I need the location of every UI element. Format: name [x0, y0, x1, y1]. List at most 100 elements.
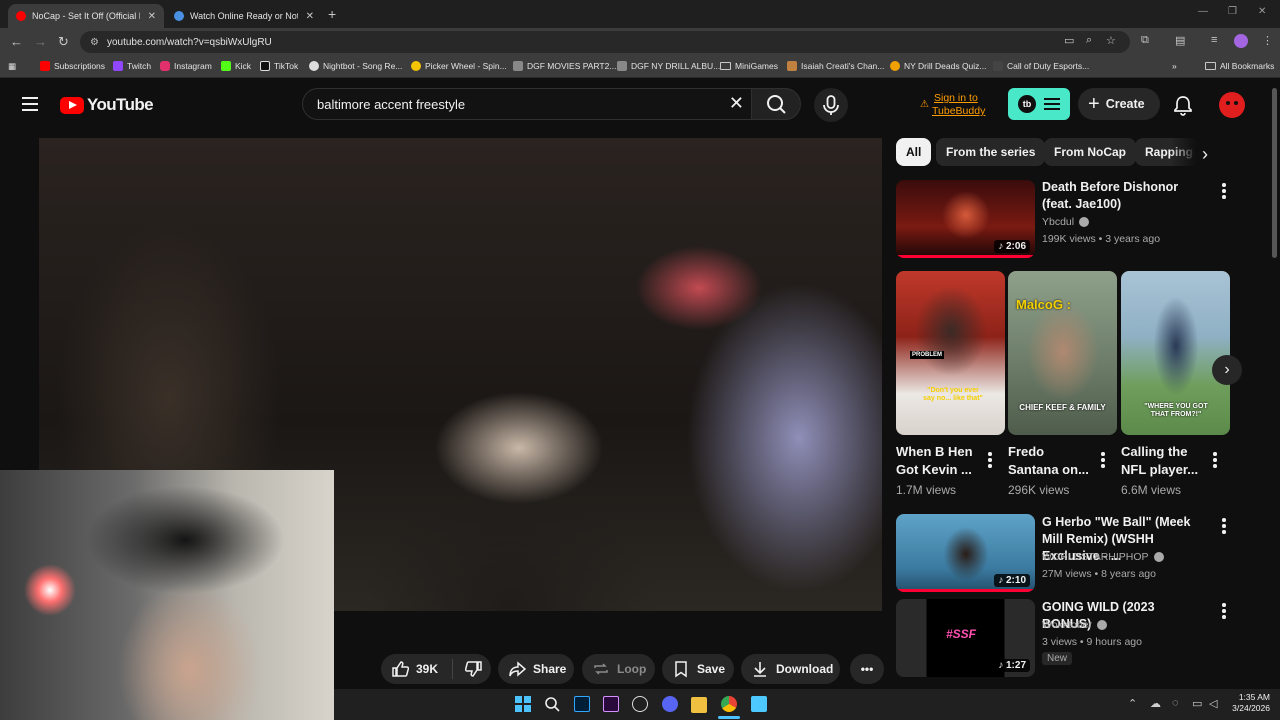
bookmark-tiktok[interactable]: TikTok	[260, 61, 298, 71]
create-button[interactable]: + Create	[1078, 88, 1160, 120]
forward-icon[interactable]: →	[34, 34, 47, 49]
channel-name[interactable]: WORLDSTARHIPHOP	[1042, 551, 1164, 563]
more-options-icon[interactable]	[1222, 183, 1226, 201]
loop-button[interactable]: Loop	[582, 654, 655, 684]
channel-name[interactable]: Wokktober	[1042, 619, 1107, 631]
channel-name[interactable]: Ybcdul	[1042, 216, 1090, 228]
bookmark-ny-drill-quiz[interactable]: NY Drill Deads Quiz...	[890, 61, 987, 71]
close-tab-icon[interactable]: ✕	[148, 11, 156, 22]
restore-icon[interactable]: ❐	[1228, 6, 1237, 17]
like-button[interactable]	[391, 660, 409, 678]
bookmark-twitch[interactable]: Twitch	[113, 61, 151, 71]
youtube-logo[interactable]: YouTube	[60, 95, 154, 115]
chip-from-nocap[interactable]: From NoCap	[1044, 138, 1136, 166]
bookmark-instagram[interactable]: Instagram	[160, 61, 212, 71]
volume-icon[interactable]: ◁	[1209, 697, 1217, 710]
save-button[interactable]: Save	[662, 654, 734, 684]
notifications-bell-icon[interactable]	[1172, 94, 1194, 116]
tab-ready-or-not[interactable]: Watch Online Ready or Not 2: H ✕	[166, 4, 322, 28]
menu-icon[interactable]	[22, 97, 38, 111]
extensions-icon[interactable]: ⧉	[1141, 34, 1149, 47]
notepad-icon[interactable]	[751, 696, 767, 712]
apps-grid-icon[interactable]: ▦	[8, 61, 16, 72]
page-scrollbar[interactable]	[1272, 88, 1277, 258]
tubebuddy-menu-button[interactable]: tb	[1008, 88, 1070, 120]
url-input[interactable]: ⚙ youtube.com/watch?v=qsbiWxUlgRU	[80, 31, 1130, 53]
account-avatar[interactable]	[1219, 92, 1245, 118]
discord-icon[interactable]	[662, 696, 678, 712]
profile-avatar[interactable]	[1234, 34, 1248, 48]
chrome-icon[interactable]	[721, 696, 737, 712]
more-options-icon[interactable]	[1213, 452, 1217, 470]
bookmark-subscriptions[interactable]: Subscriptions	[40, 61, 105, 71]
more-options-icon[interactable]	[1101, 452, 1105, 470]
duration-text: 1:27	[1005, 660, 1026, 671]
search-button[interactable]	[751, 88, 801, 120]
minimize-icon[interactable]: —	[1198, 6, 1208, 17]
more-options-icon[interactable]	[1222, 518, 1226, 536]
bookmark-label: TikTok	[274, 61, 299, 71]
site-info-icon[interactable]: ⚙	[90, 37, 99, 48]
bookmark-star-icon[interactable]: ☆	[1106, 34, 1116, 47]
all-bookmarks[interactable]: All Bookmarks	[1205, 61, 1274, 71]
premiere-icon[interactable]	[603, 696, 619, 712]
zoom-icon[interactable]: ⌕	[1086, 34, 1092, 47]
clear-search-icon[interactable]: ✕	[729, 93, 744, 114]
short-title[interactable]: Fredo Santana on...	[1008, 443, 1090, 479]
video-thumbnail[interactable]: #SSF ♪ 1:27	[896, 599, 1035, 677]
short-thumbnail[interactable]: MalcoG : CHIEF KEEF & FAMILY	[1008, 271, 1117, 435]
windows-start-icon[interactable]	[515, 696, 531, 712]
video-thumbnail[interactable]: ♪ 2:10	[896, 514, 1035, 592]
bookmark-kick[interactable]: Kick	[221, 61, 251, 71]
chips-next-chevron-icon[interactable]: ›	[1202, 144, 1208, 165]
chip-all[interactable]: All	[896, 138, 932, 166]
close-tab-icon[interactable]: ✕	[306, 11, 314, 22]
file-explorer-icon[interactable]	[691, 697, 707, 713]
more-actions-button[interactable]: •••	[850, 654, 884, 684]
bookmark-folder-minigames[interactable]: MiniGames	[720, 61, 778, 71]
tab-youtube[interactable]: NoCap - Set It Off (Official Mus ✕	[8, 4, 164, 28]
back-icon[interactable]: ←	[10, 34, 23, 49]
new-tab-icon[interactable]: +	[328, 6, 336, 22]
network-icon[interactable]: ▭	[1192, 697, 1202, 710]
bookmark-isaiah[interactable]: Isaiah Creati's Chan...	[787, 61, 884, 71]
sidepanel-icon[interactable]: ▤	[1175, 34, 1185, 47]
watch-progress-bar	[896, 589, 1035, 592]
bookmark-dgf-movies[interactable]: DGF MOVIES PART2...	[513, 61, 616, 71]
obs-icon[interactable]	[632, 696, 648, 712]
video-meta: 27M views • 8 years ago	[1042, 568, 1156, 580]
download-button[interactable]: Download	[741, 654, 840, 684]
bookmark-cod-esports[interactable]: Call of Duty Esports...	[993, 61, 1089, 71]
search-input[interactable]: baltimore accent freestyle ✕	[302, 88, 755, 120]
more-options-icon[interactable]	[988, 452, 992, 470]
bookmark-dgf-ny-drill[interactable]: DGF NY DRILL ALBU...	[617, 61, 720, 71]
short-title[interactable]: Calling the NFL player...	[1121, 443, 1203, 479]
voice-search-button[interactable]	[814, 88, 848, 122]
onedrive-icon[interactable]: ☁	[1150, 697, 1161, 710]
photoshop-icon[interactable]	[574, 696, 590, 712]
more-options-icon[interactable]	[1222, 603, 1226, 621]
short-thumbnail[interactable]: PROBLEM "Don't you ever say no... like t…	[896, 271, 1005, 435]
bookmark-picker-wheel[interactable]: Picker Wheel - Spin...	[411, 61, 507, 71]
video-title[interactable]: Death Before Dishonor (feat. Jae100)	[1042, 179, 1202, 213]
short-thumbnail[interactable]: "WHERE YOU GOT THAT FROM?!"	[1121, 271, 1230, 435]
tray-overflow-icon[interactable]: ⌃	[1128, 697, 1137, 710]
shorts-next-button[interactable]: ›	[1212, 355, 1242, 385]
short-title[interactable]: When B Hen Got Kevin ...	[896, 443, 978, 479]
media-icon[interactable]: ≡	[1211, 34, 1217, 46]
bookmark-nightbot[interactable]: Nightbot - Song Re...	[309, 61, 402, 71]
dislike-button[interactable]	[465, 660, 483, 678]
system-clock[interactable]: 1:35 AM 3/24/2026	[1228, 692, 1270, 714]
microphone-tray-icon[interactable]: ◌	[1172, 697, 1179, 709]
share-button[interactable]: Share	[498, 654, 574, 684]
bookmarks-overflow-icon[interactable]: »	[1172, 61, 1177, 71]
reload-icon[interactable]: ↻	[58, 34, 69, 50]
video-thumbnail[interactable]: ♪ 2:06	[896, 180, 1035, 258]
more-menu-icon[interactable]: ⋮	[1262, 34, 1273, 47]
tubebuddy-signin-link[interactable]: ⚠ Sign in to TubeBuddy	[920, 92, 985, 118]
close-window-icon[interactable]: ✕	[1258, 6, 1266, 17]
chip-from-the-series[interactable]: From the series	[936, 138, 1046, 166]
chevron-right-icon: ›	[1224, 361, 1230, 378]
taskbar-search-icon[interactable]	[544, 696, 560, 712]
cast-icon[interactable]: ▭	[1064, 34, 1074, 47]
